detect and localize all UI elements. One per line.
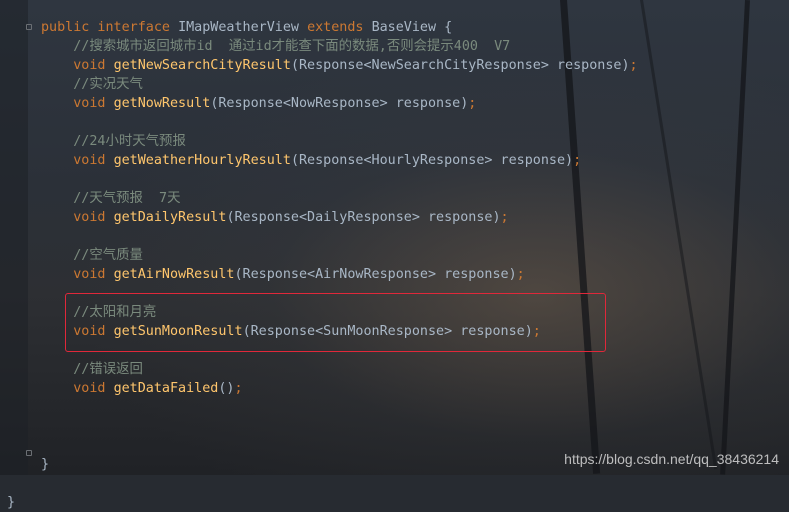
code-line[interactable]	[41, 398, 638, 417]
code-line[interactable]: //空气质量	[41, 246, 638, 265]
code-line[interactable]	[41, 417, 638, 436]
code-line[interactable]: void getNowResult(Response<NowResponse> …	[41, 94, 638, 113]
keyword: void	[41, 381, 114, 396]
code-line[interactable]: //24小时天气预报	[41, 132, 638, 151]
keyword: void	[41, 267, 114, 282]
keyword: extends	[307, 20, 372, 35]
code-comment: //天气预报 7天	[41, 191, 181, 206]
code-token: (Response<NowResponse> response)	[210, 96, 469, 111]
keyword: ;	[516, 267, 525, 282]
code-line[interactable]: //实况天气	[41, 75, 638, 94]
code-token: }	[7, 495, 16, 510]
code-token: BaseView {	[371, 20, 453, 35]
keyword: void	[41, 210, 114, 225]
keyword: ;	[500, 210, 509, 225]
method-name: getDailyResult	[113, 210, 227, 225]
keyword: void	[41, 58, 114, 73]
method-name: getNewSearchCityResult	[113, 58, 291, 73]
keyword: ;	[234, 381, 243, 396]
code-editor[interactable]: public interface IMapWeatherView extends…	[0, 18, 638, 512]
code-line[interactable]	[41, 436, 638, 455]
keyword: public interface	[41, 20, 179, 35]
code-token: IMapWeatherView	[178, 20, 308, 35]
code-comment: //实况天气	[41, 77, 143, 92]
method-name: getAirNowResult	[113, 267, 235, 282]
highlight-box	[65, 293, 606, 352]
code-line[interactable]: //错误返回	[41, 360, 638, 379]
code-token: (Response<AirNowResponse> response)	[234, 267, 517, 282]
watermark: https://blog.csdn.net/qq_38436214	[564, 451, 779, 467]
method-name: getDataFailed	[113, 381, 219, 396]
code-line[interactable]: void getDataFailed();	[41, 379, 638, 398]
code-line[interactable]	[41, 170, 638, 189]
code-line[interactable]: }	[7, 493, 638, 512]
code-token: ()	[218, 381, 235, 396]
code-token: (Response<HourlyResponse> response)	[290, 153, 574, 168]
method-name: getWeatherHourlyResult	[113, 153, 291, 168]
keyword: ;	[629, 58, 638, 73]
code-line[interactable]: //搜索城市返回城市id 通过id才能查下面的数据,否则会提示400 V7	[41, 37, 638, 56]
code-line[interactable]: }	[41, 455, 638, 474]
code-line[interactable]: void getAirNowResult(Response<AirNowResp…	[41, 265, 638, 284]
keyword: ;	[468, 96, 477, 111]
code-line[interactable]: //天气预报 7天	[41, 189, 638, 208]
code-line[interactable]	[41, 227, 638, 246]
keyword: void	[41, 153, 114, 168]
code-comment: //24小时天气预报	[41, 134, 186, 149]
keyword: ;	[573, 153, 582, 168]
code-token: (Response<NewSearchCityResponse> respons…	[290, 58, 630, 73]
code-comment: //搜索城市返回城市id 通过id才能查下面的数据,否则会提示400 V7	[41, 39, 511, 54]
code-line[interactable]	[41, 113, 638, 132]
code-comment: //空气质量	[41, 248, 143, 263]
code-line[interactable]: void getNewSearchCityResult(Response<New…	[41, 56, 638, 75]
method-name: getNowResult	[113, 96, 211, 111]
code-line[interactable]	[41, 474, 638, 493]
keyword: void	[41, 96, 114, 111]
code-comment: //错误返回	[41, 362, 143, 377]
code-line[interactable]: public interface IMapWeatherView extends…	[41, 18, 638, 37]
code-token: }	[41, 457, 50, 472]
code-token: (Response<DailyResponse> response)	[226, 210, 501, 225]
code-line[interactable]: void getDailyResult(Response<DailyRespon…	[41, 208, 638, 227]
code-line[interactable]: void getWeatherHourlyResult(Response<Hou…	[41, 151, 638, 170]
